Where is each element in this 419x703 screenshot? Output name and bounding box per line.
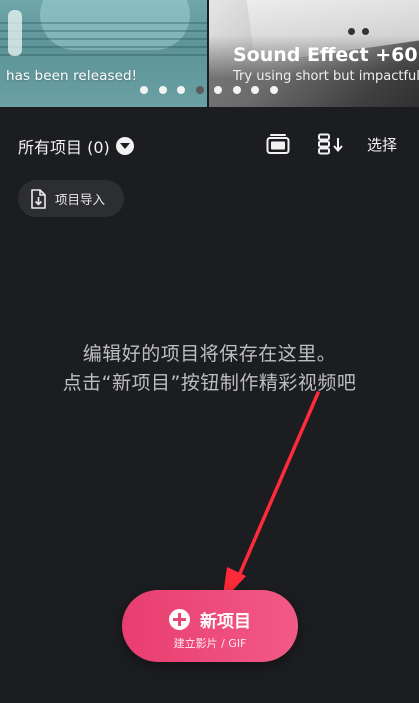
import-project-button[interactable]: 项目导入 [18,180,124,217]
banner-subtitle: Try using short but impactful [233,69,419,84]
sort-icon[interactable] [317,133,345,155]
banner-title: Sound Effect +60 [233,44,418,66]
banner-glow [40,0,190,50]
pager-dot[interactable] [195,86,204,94]
empty-state-message: 编辑好的项目将保存在这里。 点击“新项目”按钮制作精彩视频吧 [0,340,419,398]
pager-dot[interactable] [140,86,148,94]
banner-stripe [0,30,207,32]
banner-caption: has been released! [6,68,138,84]
pager-dot[interactable] [251,86,259,94]
carousel-pager [0,86,419,96]
all-projects-dropdown[interactable]: 所有项目 (0) [18,134,134,158]
pager-dot[interactable] [158,86,167,94]
pager-dot[interactable] [269,86,278,94]
empty-state-line2: 点击“新项目”按钮制作精彩视频吧 [62,372,357,394]
pager-dot[interactable] [177,86,185,94]
banner-stripe [0,46,207,48]
new-project-sublabel: 建立影片 / GIF [173,637,247,650]
banner-carousel[interactable]: has been released! Sound Effect +60 Try … [0,0,419,107]
empty-state-line1: 编辑好的项目将保存在这里。 [82,343,337,365]
new-project-button[interactable]: 新项目 建立影片 / GIF [122,590,298,662]
banner-stripe [0,38,207,40]
project-header: 所有项目 (0) 选择 [0,128,419,162]
import-project-label: 项目导入 [55,192,106,207]
view-mode-icon[interactable] [266,133,290,155]
banner-stripe [0,54,207,56]
plus-icon [169,609,190,630]
banner-figure [8,10,22,56]
banner-stripe [0,22,207,24]
device-dot [348,28,355,35]
device-dot [362,28,369,35]
pager-dot[interactable] [214,86,222,94]
pager-dot[interactable] [232,86,241,94]
caret-down-icon [115,137,134,155]
import-file-icon [31,188,46,209]
all-projects-label: 所有项目 (0) [18,138,110,157]
new-project-row: 新项目 [122,607,298,632]
select-button[interactable]: 选择 [367,134,397,155]
new-project-label: 新项目 [200,612,251,632]
